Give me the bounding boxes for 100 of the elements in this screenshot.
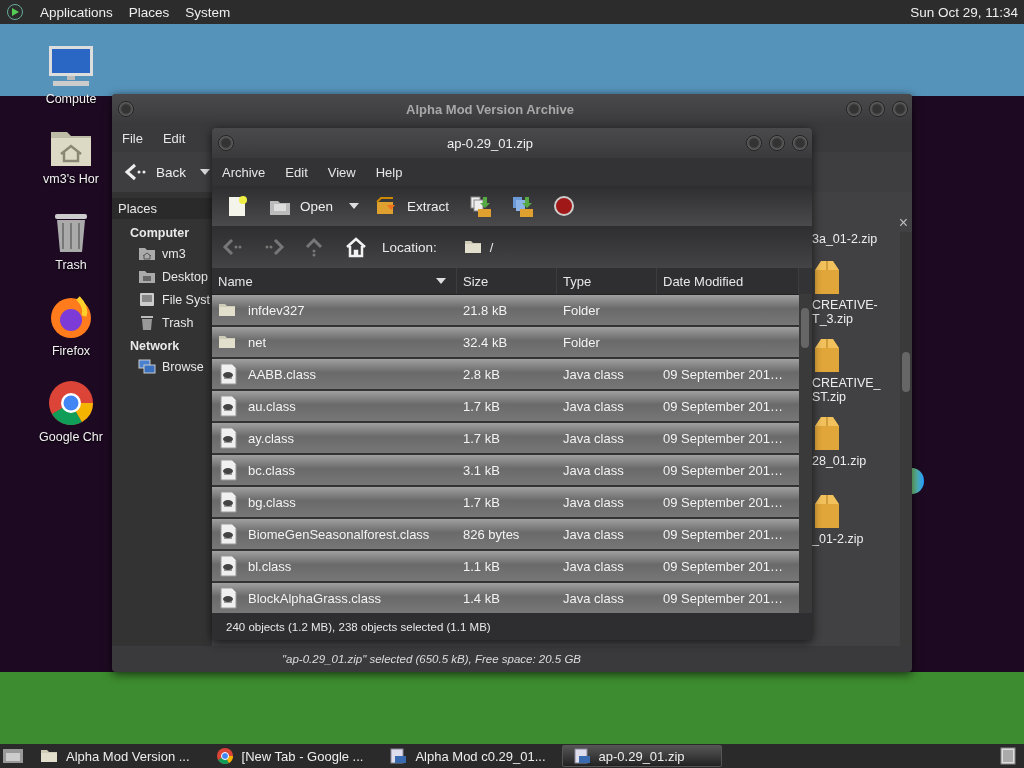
- open-button[interactable]: Open: [264, 191, 338, 221]
- menu-item[interactable]: Help: [375, 164, 403, 180]
- status-bar-text: "ap-0.29_01.zip" selected (650.5 kB), Free space: 20.5 GB: [281, 652, 583, 667]
- file-name[interactable]: 3a_01-2.zip: [812, 232, 878, 246]
- file-row[interactable]: infdev327 21.8 kB Folder: [212, 295, 799, 327]
- file-size: 1.4 kB: [462, 590, 501, 606]
- icon-label[interactable]: Google Chr: [39, 430, 103, 444]
- date-modified: 09 September 201…: [663, 558, 783, 574]
- taskbar-button[interactable]: ap-0.29_01.zip: [561, 745, 722, 767]
- file-name[interactable]: 28_01.zip: [812, 454, 867, 468]
- date-modified: 09 September 201…: [663, 366, 783, 382]
- file-name[interactable]: CREATIVE- T_3.zip: [812, 298, 878, 326]
- app-menu-icon[interactable]: [6, 3, 24, 21]
- column-header[interactable]: Size: [457, 268, 557, 294]
- window-button[interactable]: [869, 101, 885, 117]
- chrome-logo-icon[interactable]: [48, 380, 94, 426]
- file-size: 1.7 kB: [462, 494, 501, 510]
- column-header[interactable]: Name: [212, 268, 457, 294]
- menu-item[interactable]: Archive: [222, 164, 266, 180]
- sort-caret-icon: [436, 278, 446, 284]
- sidebar-item[interactable]: vm3: [112, 245, 212, 263]
- scrollbar[interactable]: [900, 232, 912, 646]
- file-name: bc.class: [248, 462, 295, 478]
- window-button[interactable]: [892, 101, 908, 117]
- file-size: 3.1 kB: [462, 462, 501, 478]
- file-row[interactable]: bg.class 1.7 kB Java class 09 September 201…: [212, 487, 799, 519]
- window-button[interactable]: [218, 135, 234, 151]
- folder-icon: [218, 333, 238, 351]
- taskbar-button[interactable]: Alpha Mod Version ...: [30, 745, 200, 767]
- close-button[interactable]: ×: [898, 214, 908, 232]
- file-type: Java class: [562, 366, 625, 382]
- package-icon[interactable]: [814, 338, 840, 372]
- add-folder-icon: [511, 195, 534, 217]
- file-row[interactable]: bl.class 1.1 kB Java class 09 September 201…: [212, 551, 799, 583]
- file-type: Java class: [562, 526, 625, 542]
- scrollbar[interactable]: [799, 294, 812, 613]
- window-button[interactable]: [746, 135, 762, 151]
- sidebar-item[interactable]: Trash: [112, 314, 212, 332]
- taskbar-button[interactable]: Alpha Mod c0.29_01...: [379, 745, 556, 767]
- package-icon[interactable]: [814, 416, 840, 450]
- panel-menu[interactable]: Applications: [40, 4, 113, 20]
- menu-item[interactable]: Edit: [162, 130, 186, 146]
- window-button[interactable]: [792, 135, 808, 151]
- clock[interactable]: Sun Oct 29, 11:34: [910, 4, 1018, 20]
- java-file-icon: [218, 587, 238, 609]
- extract-button[interactable]: Extract: [371, 191, 454, 221]
- file-row[interactable]: AABB.class 2.8 kB Java class 09 September 201…: [212, 359, 799, 391]
- back-button[interactable]: Back: [120, 159, 190, 185]
- taskbar-button[interactable]: [New Tab - Google ...: [205, 745, 374, 767]
- icon-label[interactable]: Firefox: [51, 344, 91, 358]
- firefox-logo-icon[interactable]: [48, 294, 94, 340]
- monitor-icon[interactable]: [47, 44, 95, 88]
- package-icon[interactable]: [814, 260, 840, 294]
- file-name: AABB.class: [248, 366, 316, 382]
- file-row[interactable]: au.class 1.7 kB Java class 09 September 201…: [212, 391, 799, 423]
- sidebar-item[interactable]: Desktop: [112, 268, 212, 286]
- file-name: au.class: [248, 398, 296, 414]
- icon-label[interactable]: vm3's Hor: [43, 172, 99, 186]
- menu-item[interactable]: Edit: [285, 164, 308, 180]
- column-header[interactable]: Type: [557, 268, 657, 294]
- java-file-icon: [218, 555, 238, 577]
- package-icon[interactable]: [814, 494, 840, 528]
- sidebar-item[interactable]: Browse: [112, 358, 212, 376]
- folder-icon: [463, 238, 482, 256]
- menu-item[interactable]: File: [122, 130, 143, 146]
- location-field[interactable]: /: [463, 238, 494, 256]
- java-file-icon: [218, 491, 238, 513]
- file-name[interactable]: _01-2.zip: [812, 532, 864, 546]
- home-icon[interactable]: [345, 236, 367, 258]
- file-row[interactable]: ay.class 1.7 kB Java class 09 September 201…: [212, 423, 799, 455]
- window-button[interactable]: [769, 135, 785, 151]
- sidebar-heading: Computer: [129, 225, 191, 240]
- folder-icon: [40, 747, 58, 765]
- column-header[interactable]: Date Modified: [657, 268, 799, 294]
- date-modified: 09 September 201…: [663, 590, 783, 606]
- icon-label[interactable]: Trash: [55, 258, 87, 272]
- window-button[interactable]: [118, 101, 134, 117]
- location-path: /: [489, 239, 494, 255]
- status-bar-text: 240 objects (1.2 MB), 238 objects selected (1.1 MB): [212, 613, 812, 640]
- window-button[interactable]: [846, 101, 862, 117]
- panel-menu[interactable]: System: [185, 4, 231, 20]
- icon-label[interactable]: Compute: [45, 92, 97, 106]
- panel-menu[interactable]: Places: [128, 4, 170, 20]
- sidebar-item[interactable]: File Syst: [112, 291, 212, 309]
- file-name: net: [248, 334, 267, 350]
- show-desktop-icon[interactable]: [2, 747, 24, 765]
- date-modified: 09 September 201…: [663, 526, 783, 542]
- sidebar-title[interactable]: Places: [112, 198, 212, 219]
- file-row[interactable]: BlockAlphaGrass.class 1.4 kB Java class 09 September 201…: [212, 583, 799, 613]
- file-row[interactable]: bc.class 3.1 kB Java class 09 September 201…: [212, 455, 799, 487]
- box-arrow-icon: [375, 195, 398, 217]
- file-name[interactable]: CREATIVE_ ST.zip: [812, 376, 881, 404]
- caret-icon[interactable]: [349, 203, 360, 209]
- file-row[interactable]: BiomeGenSeasonalforest.class 826 bytes Java class 09 September 201…: [212, 519, 799, 551]
- workspace-icon[interactable]: [1000, 747, 1016, 765]
- java-file-icon: [218, 395, 238, 417]
- caret-icon[interactable]: [200, 169, 210, 175]
- file-row[interactable]: net 32.4 kB Folder: [212, 327, 799, 359]
- stop-icon: [553, 195, 576, 217]
- menu-item[interactable]: View: [327, 164, 356, 180]
